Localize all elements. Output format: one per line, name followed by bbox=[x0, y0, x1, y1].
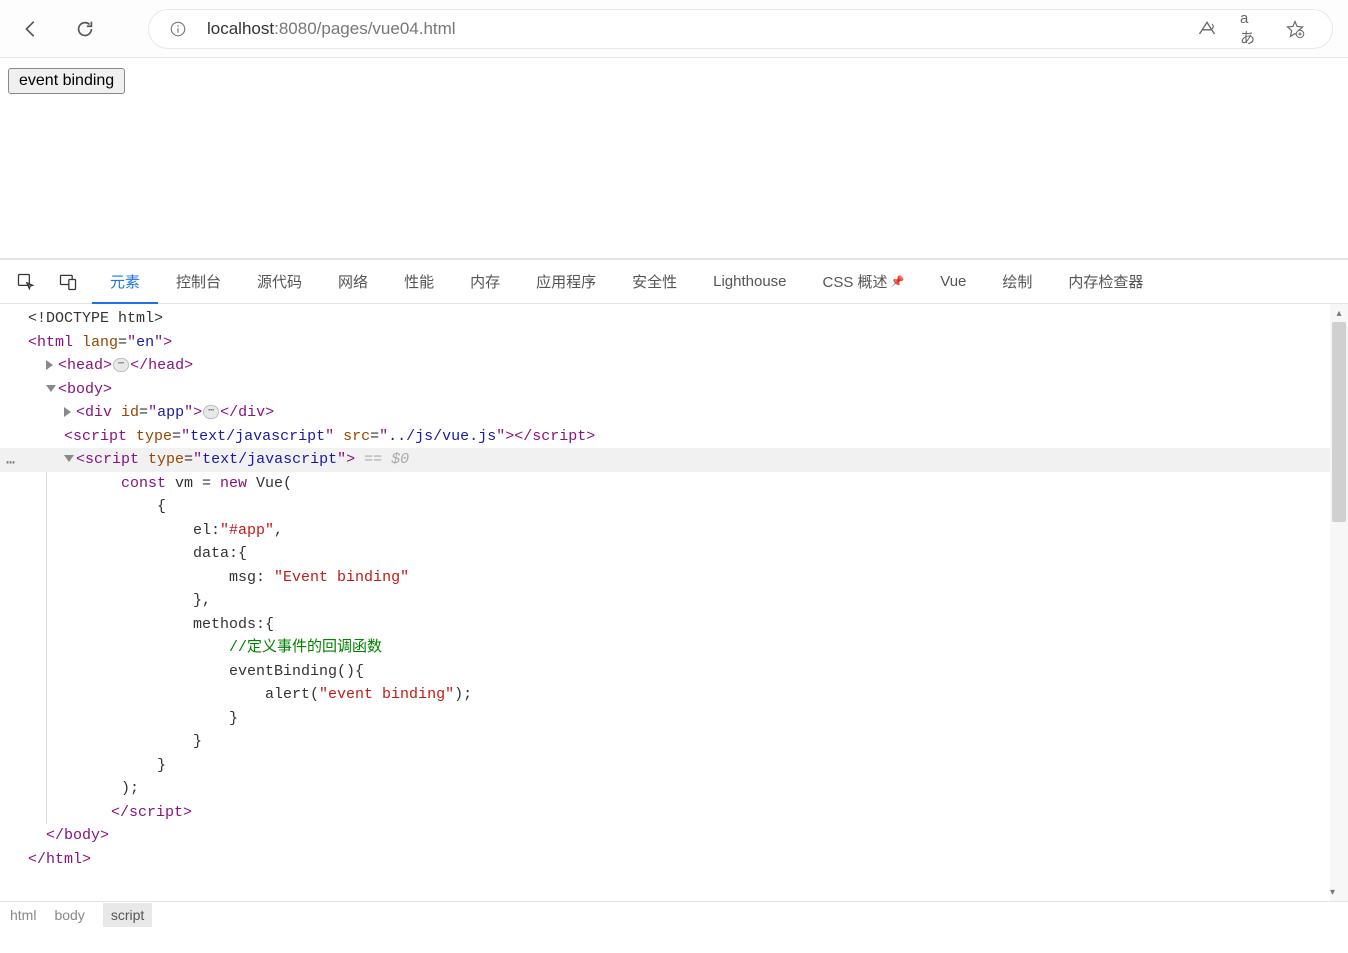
elements-breadcrumb: html body script bbox=[0, 901, 1348, 928]
elements-tree[interactable]: <!DOCTYPE html> <html lang="en"> <head>⋯… bbox=[0, 304, 1348, 871]
browser-toolbar: localhost:8080/pages/vue04.html aあ bbox=[0, 0, 1348, 58]
expander-icon[interactable] bbox=[64, 407, 71, 417]
devtools-panel: 元素 控制台 源代码 网络 性能 内存 应用程序 安全性 Lighthouse … bbox=[0, 258, 1348, 928]
scroll-up-icon[interactable]: ▴ bbox=[1330, 304, 1348, 322]
tab-elements[interactable]: 元素 bbox=[92, 260, 158, 304]
tab-css-overview[interactable]: CSS 概述📌 bbox=[805, 260, 923, 304]
url-text: localhost:8080/pages/vue04.html bbox=[207, 19, 1176, 39]
tab-vue[interactable]: Vue bbox=[922, 260, 984, 304]
expander-icon[interactable] bbox=[64, 455, 74, 462]
ellipsis-icon[interactable]: ⋯ bbox=[203, 405, 219, 419]
selected-element-row[interactable]: ⋯<script type="text/javascript"> == $0 bbox=[0, 448, 1348, 472]
breadcrumb-html[interactable]: html bbox=[10, 907, 36, 923]
devtools-tab-bar: 元素 控制台 源代码 网络 性能 内存 应用程序 安全性 Lighthouse … bbox=[0, 260, 1348, 304]
tab-lighthouse[interactable]: Lighthouse bbox=[695, 260, 804, 304]
scrollbar[interactable]: ▴ ▾ bbox=[1330, 304, 1348, 901]
address-bar[interactable]: localhost:8080/pages/vue04.html aあ bbox=[148, 9, 1333, 49]
device-toolbar-icon[interactable] bbox=[50, 264, 86, 300]
site-info-icon[interactable] bbox=[169, 20, 187, 38]
breadcrumb-body[interactable]: body bbox=[54, 907, 84, 923]
tab-application[interactable]: 应用程序 bbox=[518, 260, 614, 304]
scroll-thumb[interactable] bbox=[1332, 322, 1346, 522]
read-aloud-icon[interactable] bbox=[1196, 18, 1218, 40]
tab-memory-inspector[interactable]: 内存检查器 bbox=[1050, 260, 1161, 304]
breadcrumb-script[interactable]: script bbox=[103, 903, 152, 927]
page-body: event binding bbox=[0, 58, 1348, 258]
scroll-down-icon[interactable]: ▾ bbox=[1330, 883, 1335, 901]
tab-network[interactable]: 网络 bbox=[320, 260, 386, 304]
tab-memory[interactable]: 内存 bbox=[452, 260, 518, 304]
event-binding-button[interactable]: event binding bbox=[8, 68, 125, 94]
tab-security[interactable]: 安全性 bbox=[614, 260, 695, 304]
tab-console[interactable]: 控制台 bbox=[158, 260, 239, 304]
ellipsis-icon[interactable]: ⋯ bbox=[113, 358, 129, 372]
translate-icon[interactable]: aあ bbox=[1240, 18, 1262, 40]
inspect-element-icon[interactable] bbox=[8, 264, 44, 300]
reload-button[interactable] bbox=[69, 13, 101, 45]
expander-icon[interactable] bbox=[46, 385, 56, 392]
back-button[interactable] bbox=[15, 13, 47, 45]
favorites-icon[interactable] bbox=[1284, 18, 1306, 40]
tab-rendering[interactable]: 绘制 bbox=[984, 260, 1050, 304]
expander-icon[interactable] bbox=[46, 360, 53, 370]
tab-sources[interactable]: 源代码 bbox=[239, 260, 320, 304]
tab-performance[interactable]: 性能 bbox=[386, 260, 452, 304]
